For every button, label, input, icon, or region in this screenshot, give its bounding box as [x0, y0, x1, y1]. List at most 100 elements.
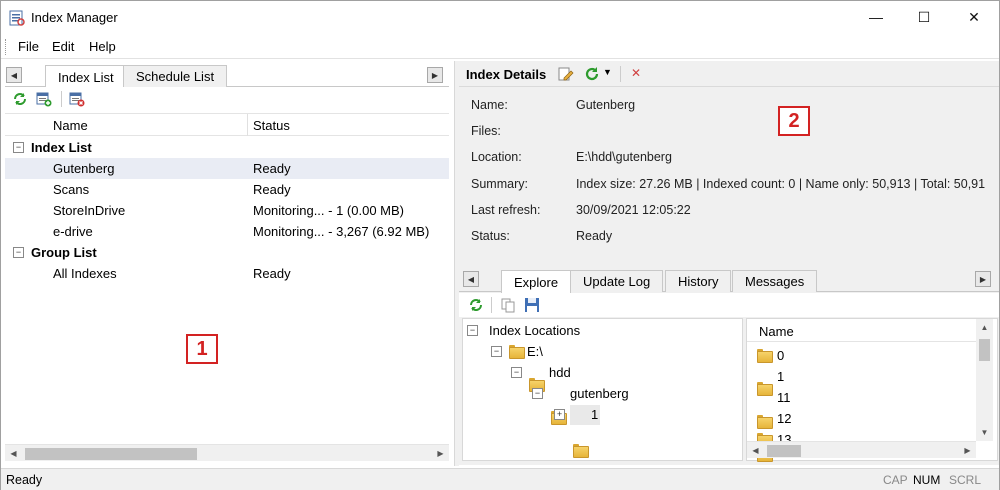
list-item[interactable]: 13 [777, 432, 791, 441]
scroll-thumb[interactable] [767, 445, 801, 457]
tab-scroll-left-icon[interactable]: ◀ [6, 67, 22, 83]
collapse-icon[interactable]: − [13, 142, 24, 153]
scroll-right-icon[interactable]: ▶ [432, 445, 449, 462]
copy-icon[interactable] [499, 296, 517, 314]
tab-update-log[interactable]: Update Log [570, 270, 664, 292]
toolbar-separator [491, 297, 492, 313]
num-indicator: NUM [913, 473, 941, 487]
list-item[interactable]: e-drive Monitoring... - 3,267 (6.92 MB) [5, 221, 449, 242]
list-item[interactable]: 0 [777, 348, 784, 363]
collapse-icon[interactable]: − [532, 388, 543, 399]
tree-node-hdd[interactable]: hdd [549, 365, 571, 380]
label-summary: Summary: [471, 177, 528, 191]
value-location: E:\hdd\gutenberg [576, 150, 672, 164]
list-item[interactable]: StoreInDrive Monitoring... - 1 (0.00 MB) [5, 200, 449, 221]
tab-scroll-right-icon[interactable]: ▶ [975, 271, 991, 287]
value-summary: Index size: 27.26 MB | Indexed count: 0 … [576, 177, 986, 191]
file-list-horizontal-scrollbar[interactable]: ◀ ▶ [747, 441, 976, 458]
scroll-left-icon[interactable]: ◀ [747, 442, 764, 459]
delete-icon[interactable]: ✕ [631, 66, 641, 80]
file-list-vertical-scrollbar[interactable]: ▲ ▼ [976, 319, 993, 441]
group-group-list[interactable]: − Group List [5, 242, 449, 263]
tree-root[interactable]: Index Locations [489, 323, 580, 338]
tab-schedule-list[interactable]: Schedule List [123, 65, 228, 87]
explore-toolbar [459, 293, 999, 317]
menu-edit[interactable]: Edit [52, 39, 74, 54]
app-icon [9, 10, 25, 26]
tree-node-gutenberg[interactable]: gutenberg [570, 386, 629, 401]
scroll-down-icon[interactable]: ▼ [976, 424, 993, 441]
scroll-left-icon[interactable]: ◀ [5, 445, 22, 462]
tab-history[interactable]: History [665, 270, 732, 292]
scroll-up-icon[interactable]: ▲ [976, 319, 993, 336]
item-name: StoreInDrive [53, 203, 126, 218]
header-name[interactable]: Name [759, 324, 794, 339]
group-index-list[interactable]: − Index List [5, 137, 449, 158]
menu-file[interactable]: File [18, 39, 39, 54]
edit-icon[interactable] [557, 65, 575, 83]
refresh-icon[interactable] [11, 90, 29, 108]
details-title: Index Details [466, 67, 547, 82]
expand-icon[interactable]: + [554, 409, 565, 420]
folder-icon [757, 415, 773, 429]
value-status: Ready [576, 229, 613, 243]
list-item[interactable]: 1 [777, 369, 784, 384]
minimize-button[interactable]: — [853, 1, 899, 33]
app-window: Index Manager — ☐ ✕ File Edit Help ◀ Ind… [0, 0, 1000, 490]
group-label: Group List [31, 245, 97, 260]
tab-scroll-left-icon[interactable]: ◀ [463, 271, 479, 287]
save-icon[interactable] [523, 296, 541, 314]
left-horizontal-scrollbar[interactable]: ◀ ▶ [5, 444, 449, 461]
scroll-thumb[interactable] [979, 339, 990, 361]
list-item[interactable]: Scans Ready [5, 179, 449, 200]
collapse-icon[interactable]: − [491, 346, 502, 357]
header-divider[interactable] [247, 114, 248, 136]
header-name[interactable]: Name [53, 118, 88, 133]
list-item[interactable]: Gutenberg Ready [5, 158, 449, 179]
title-bar: Index Manager — ☐ ✕ [1, 1, 999, 34]
maximize-button[interactable]: ☐ [901, 1, 947, 33]
label-last-refresh: Last refresh: [471, 203, 541, 217]
folder-icon [757, 349, 773, 363]
tab-messages[interactable]: Messages [732, 270, 818, 292]
list-item[interactable]: 11 [777, 390, 791, 405]
group-label: Index List [31, 140, 92, 155]
collapse-icon[interactable]: − [511, 367, 522, 378]
menu-grip [5, 39, 8, 55]
tab-scroll-right-icon[interactable]: ▶ [427, 67, 443, 83]
list-item[interactable]: 12 [777, 411, 791, 426]
item-name: Gutenberg [53, 161, 115, 176]
remove-index-icon[interactable] [68, 90, 86, 108]
label-status: Status: [471, 229, 510, 243]
header-status[interactable]: Status [253, 118, 290, 133]
refresh-icon[interactable] [583, 65, 601, 83]
toolbar-separator [620, 66, 621, 82]
details-toolbar: Index Details ▼ ✕ [459, 61, 999, 87]
collapse-icon[interactable]: − [13, 247, 24, 258]
tree-node-drive[interactable]: E:\ [527, 344, 543, 359]
refresh-dropdown-icon[interactable]: ▼ [603, 67, 612, 77]
item-status: Monitoring... - 1 (0.00 MB) [253, 203, 404, 218]
scroll-thumb[interactable] [25, 448, 197, 460]
refresh-icon[interactable] [467, 296, 485, 314]
bottom-tab-bar: ◀ Explore Update Log History Messages ▶ [459, 267, 999, 293]
label-files: Files: [471, 124, 501, 138]
status-text: Ready [6, 473, 43, 487]
status-bar: Ready CAP NUM SCRL [1, 468, 999, 490]
left-tab-bar: ◀ Index List Schedule List ▶ [5, 63, 449, 88]
scroll-right-icon[interactable]: ▶ [959, 442, 976, 459]
tab-explore[interactable]: Explore [501, 270, 572, 293]
list-item[interactable]: All Indexes Ready [5, 263, 449, 284]
left-toolbar [5, 87, 449, 111]
menu-help[interactable]: Help [89, 39, 116, 54]
tab-index-list[interactable]: Index List [45, 65, 127, 88]
collapse-icon[interactable]: − [467, 325, 478, 336]
file-list: Name 0 1 11 12 13 ▲ ▼ ◀ ▶ [746, 318, 998, 462]
close-button[interactable]: ✕ [951, 1, 997, 33]
add-index-icon[interactable] [35, 90, 53, 108]
tree-node-1[interactable]: 1 [591, 407, 598, 422]
menu-bar: File Edit Help [1, 35, 999, 59]
list-item-clipped[interactable]: 13 [747, 431, 976, 441]
item-status: Ready [253, 182, 291, 197]
cap-indicator: CAP [883, 473, 908, 487]
